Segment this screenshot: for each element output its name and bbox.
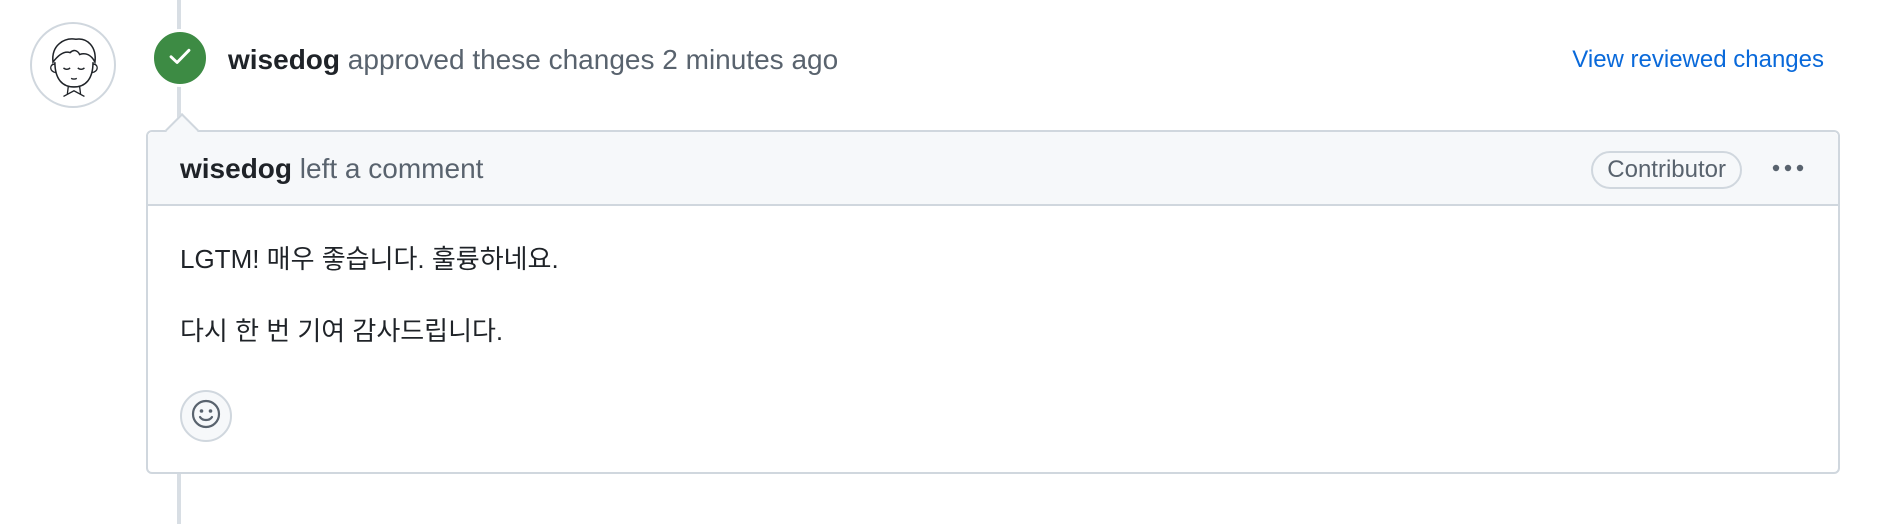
view-reviewed-changes-link[interactable]: View reviewed changes — [1572, 44, 1824, 76]
comment-header: wisedog left a comment Contributor — [148, 132, 1838, 206]
review-comment: wisedog left a comment Contributor LGTM!… — [146, 130, 1840, 474]
review-header: wisedog approved these changes 2 minutes… — [228, 42, 838, 78]
smiley-icon — [189, 397, 223, 436]
comment-header-text: wisedog left a comment — [180, 152, 483, 186]
check-icon — [167, 43, 193, 74]
approved-status-badge — [151, 29, 209, 87]
review-author-link[interactable]: wisedog — [228, 44, 340, 75]
review-timestamp[interactable]: 2 minutes ago — [662, 44, 838, 75]
kebab-horizontal-icon — [1770, 161, 1806, 179]
comment-author-link[interactable]: wisedog — [180, 153, 292, 184]
comment-action-text: left a comment — [299, 153, 484, 184]
comment-paragraph: LGTM! 매우 좋습니다. 훌륭하네요. — [180, 244, 559, 274]
pull-request-review-timeline-item: wisedog approved these changes 2 minutes… — [0, 0, 1896, 524]
comment-body: LGTM! 매우 좋습니다. 훌륭하네요. 다시 한 번 기여 감사드립니다. — [148, 206, 1838, 348]
add-reaction-button[interactable] — [180, 390, 232, 442]
comment-options-button[interactable] — [1766, 152, 1810, 188]
contributor-badge: Contributor — [1591, 151, 1742, 189]
avatar-drawing — [50, 38, 98, 98]
comment-paragraph: 다시 한 번 기여 감사드립니다. — [180, 316, 504, 346]
avatar[interactable] — [30, 22, 116, 108]
review-action-text: approved these changes — [347, 44, 655, 75]
